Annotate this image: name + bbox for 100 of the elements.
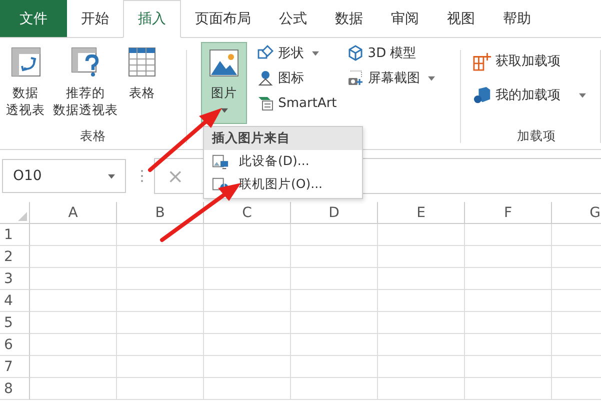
group-label: 表格: [79, 128, 108, 145]
group-label: 加载项: [516, 128, 557, 145]
sheet-cell[interactable]: [204, 356, 291, 378]
sheet-cell[interactable]: [30, 312, 117, 334]
sheet-cell[interactable]: [204, 246, 291, 268]
ribbon-tab[interactable]: 页面布局: [181, 0, 265, 37]
sheet-cell[interactable]: [204, 334, 291, 356]
add-grid-icon: [472, 52, 492, 70]
ribbon-button[interactable]: 图标: [257, 67, 337, 89]
sheet-cell[interactable]: [117, 312, 204, 334]
ribbon-tab[interactable]: 帮助: [489, 0, 545, 37]
sheet-cell[interactable]: [291, 378, 378, 400]
caret-icon: [108, 174, 115, 178]
sheet-cell[interactable]: [30, 246, 117, 268]
caret-icon: [578, 92, 586, 98]
column-header[interactable]: D: [291, 202, 378, 224]
ribbon-button[interactable]: 屏幕截图: [346, 67, 435, 89]
ribbon-button[interactable]: SmartArt: [257, 92, 337, 114]
sheet-cell[interactable]: [204, 290, 291, 312]
row-header[interactable]: 8: [0, 378, 30, 400]
sheet-cell[interactable]: [30, 378, 117, 400]
sheet-cell[interactable]: [378, 356, 465, 378]
sheet-cell[interactable]: [30, 268, 117, 290]
sheet-cell[interactable]: [291, 312, 378, 334]
pictures-button[interactable]: 图片: [201, 42, 248, 124]
ribbon-tab[interactable]: 视图: [433, 0, 489, 37]
row-header[interactable]: 5: [0, 312, 30, 334]
camera-plus-icon: [346, 70, 364, 86]
row-header[interactable]: 3: [0, 268, 30, 290]
sheet-cell[interactable]: [465, 312, 552, 334]
sheet-cell[interactable]: [291, 334, 378, 356]
column-header[interactable]: B: [117, 202, 204, 224]
sheet-cell[interactable]: [117, 334, 204, 356]
sheet-cell[interactable]: [204, 378, 291, 400]
ribbon-tab[interactable]: 文件: [0, 0, 67, 37]
sheet-cell[interactable]: [378, 246, 465, 268]
ribbon-button[interactable]: 我的加载项: [472, 84, 600, 106]
sheet-cell[interactable]: [291, 268, 378, 290]
ribbon-tab[interactable]: 审阅: [377, 0, 433, 37]
sheet-cell[interactable]: [378, 334, 465, 356]
ribbon-button[interactable]: 获取加载项: [472, 50, 600, 72]
ribbon-button[interactable]: 数据 透视表: [4, 42, 47, 118]
ribbon-button[interactable]: 推荐的 数据透视表: [51, 42, 120, 118]
sheet-cell[interactable]: [378, 268, 465, 290]
ribbon-tab[interactable]: 数据: [321, 0, 377, 37]
shapes-icon: [257, 45, 274, 61]
ribbon-tab[interactable]: 插入: [123, 0, 181, 38]
column-header[interactable]: C: [204, 202, 291, 224]
row-header[interactable]: 7: [0, 356, 30, 378]
sheet-cell[interactable]: [378, 378, 465, 400]
caret-icon: [428, 76, 435, 80]
drag-handle-icon[interactable]: [140, 169, 144, 183]
row-header[interactable]: 4: [0, 290, 30, 312]
sheet-cell[interactable]: [291, 356, 378, 378]
sheet-cell[interactable]: [117, 356, 204, 378]
sheet-cell[interactable]: [378, 224, 465, 246]
caret-icon: [220, 108, 228, 113]
row-header[interactable]: 6: [0, 334, 30, 356]
column-header[interactable]: E: [378, 202, 465, 224]
column-header[interactable]: A: [30, 202, 117, 224]
column-header[interactable]: G: [552, 202, 601, 224]
row-header[interactable]: 2: [0, 246, 30, 268]
sheet-cell[interactable]: [291, 246, 378, 268]
sheet-cell[interactable]: [204, 268, 291, 290]
sheet-cell[interactable]: [291, 224, 378, 246]
sheet-cell[interactable]: [465, 356, 552, 378]
select-all-icon[interactable]: [18, 212, 27, 221]
smartart-icon: [257, 95, 274, 111]
sheet-cell[interactable]: [117, 246, 204, 268]
sheet-cell[interactable]: [117, 290, 204, 312]
sheet-cell[interactable]: [465, 378, 552, 400]
sheet-cell[interactable]: [465, 224, 552, 246]
row-header[interactable]: 1: [0, 224, 30, 246]
ribbon-tab[interactable]: 公式: [265, 0, 321, 37]
column-header[interactable]: F: [465, 202, 552, 224]
name-box[interactable]: O10: [2, 159, 126, 193]
sheet-cell[interactable]: [465, 268, 552, 290]
sheet-cell[interactable]: [30, 224, 117, 246]
sheet-cell[interactable]: [378, 312, 465, 334]
sheet-cell[interactable]: [204, 224, 291, 246]
sheet-cell[interactable]: [30, 356, 117, 378]
sheet-cell[interactable]: [204, 312, 291, 334]
sheet-cell[interactable]: [465, 290, 552, 312]
picture-monitor-icon: [212, 154, 229, 170]
picture-icon: [208, 47, 240, 79]
sheet-cell[interactable]: [30, 290, 117, 312]
ribbon-button[interactable]: 表格: [124, 42, 160, 118]
ribbon-tab[interactable]: 开始: [67, 0, 123, 37]
sheet-cell[interactable]: [117, 268, 204, 290]
sheet-cell[interactable]: [378, 290, 465, 312]
menu-item[interactable]: 此设备(D)...: [204, 150, 362, 173]
sheet-cell[interactable]: [117, 378, 204, 400]
pivot-table-question-icon: [70, 46, 102, 78]
ribbon-button[interactable]: 3D 模型: [346, 42, 435, 64]
sheet-cell[interactable]: [291, 290, 378, 312]
sheet-cell[interactable]: [30, 334, 117, 356]
sheet-cell[interactable]: [117, 224, 204, 246]
sheet-cell[interactable]: [465, 246, 552, 268]
ribbon-button[interactable]: 形状: [257, 42, 337, 64]
sheet-cell[interactable]: [465, 334, 552, 356]
